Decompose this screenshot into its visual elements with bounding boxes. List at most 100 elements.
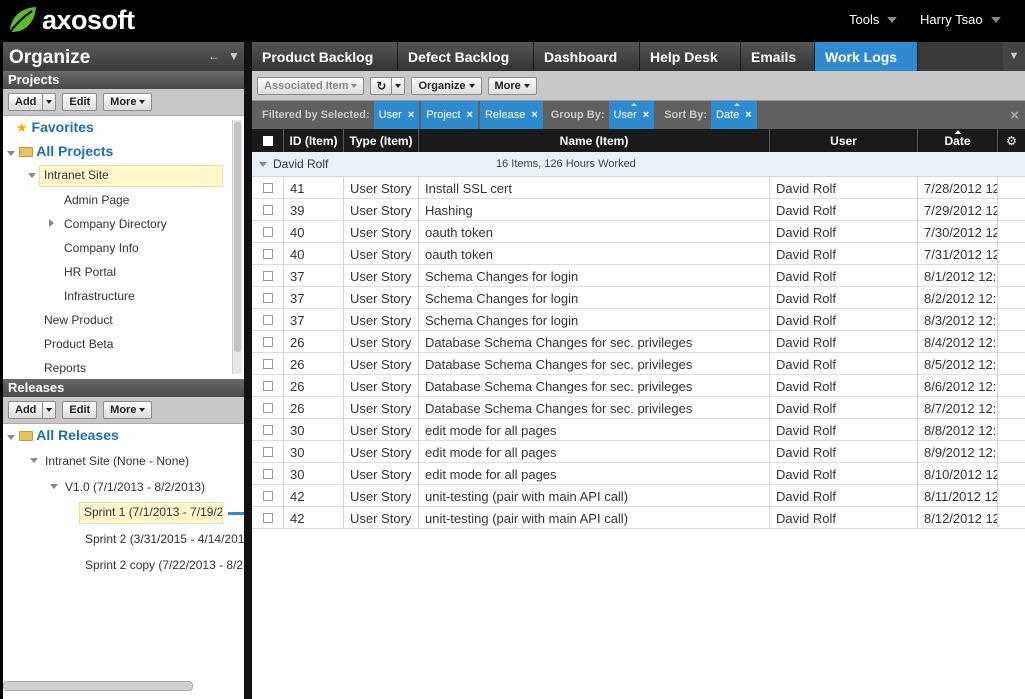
- tree-item-intranet-site[interactable]: Intranet Site: [39, 165, 223, 187]
- column-name[interactable]: Name (Item): [419, 129, 770, 152]
- column-date[interactable]: Date: [918, 129, 998, 152]
- row-checkbox[interactable]: [262, 293, 273, 303]
- releases-edit-button[interactable]: Edit: [62, 401, 98, 419]
- row-checkbox[interactable]: [262, 249, 273, 259]
- user-menu[interactable]: Harry Tsao: [920, 12, 1001, 27]
- tree-item-release-version[interactable]: V1.0 (7/1/2013 - 8/2/2013): [65, 480, 205, 494]
- row-checkbox[interactable]: [262, 315, 273, 325]
- tree-item-sprint-2-copy[interactable]: Sprint 2 copy (7/22/2013 - 8/2: [85, 558, 244, 572]
- table-row[interactable]: 41 User Story Install SSL cert David Rolf 7/…: [252, 177, 1025, 199]
- row-checkbox[interactable]: [262, 381, 273, 391]
- releases-add-dropdown[interactable]: [43, 401, 57, 419]
- filter-chip-user[interactable]: User ×: [373, 101, 420, 129]
- select-all-checkbox[interactable]: [262, 135, 273, 146]
- filter-icon[interactable]: ▼: [224, 45, 244, 67]
- row-checkbox[interactable]: [262, 271, 273, 281]
- tab-work-logs[interactable]: Work Logs: [815, 42, 918, 71]
- collapse-arrow-icon[interactable]: ←: [204, 45, 224, 67]
- refresh-dropdown[interactable]: [392, 76, 406, 95]
- group-chip-user[interactable]: User ×: [608, 101, 655, 129]
- row-checkbox[interactable]: [262, 227, 273, 237]
- expand-icon[interactable]: [50, 484, 58, 489]
- expand-icon[interactable]: [30, 458, 38, 463]
- projects-add-button[interactable]: Add: [8, 93, 44, 111]
- expand-icon[interactable]: [28, 173, 36, 178]
- more-button[interactable]: More: [487, 76, 537, 95]
- scroll-thumb[interactable]: [234, 122, 241, 352]
- column-settings-icon[interactable]: ⚙: [998, 129, 1025, 152]
- associated-item-button[interactable]: Associated Item: [257, 76, 365, 95]
- close-icon[interactable]: ×: [467, 109, 473, 121]
- close-icon[interactable]: ×: [745, 109, 751, 121]
- tree-item-admin-page[interactable]: Admin Page: [64, 193, 129, 207]
- table-row[interactable]: 40 User Story oauth token David Rolf 7/31/20…: [252, 243, 1025, 265]
- tree-item-sprint-1[interactable]: Sprint 1 (7/1/2013 - 7/19/2: [79, 502, 223, 524]
- row-checkbox[interactable]: [262, 359, 273, 369]
- tab-emails[interactable]: Emails: [741, 42, 815, 71]
- table-row[interactable]: 37 User Story Schema Changes for login Davi…: [252, 265, 1025, 287]
- refresh-button[interactable]: ↻: [370, 76, 393, 95]
- column-type[interactable]: Type (Item): [344, 129, 419, 152]
- tab-menu-icon[interactable]: ▼: [1003, 42, 1025, 71]
- tab-help-desk[interactable]: Help Desk: [640, 42, 741, 71]
- tree-item-new-product[interactable]: New Product: [44, 313, 113, 327]
- tree-item-reports[interactable]: Reports: [44, 361, 86, 375]
- row-checkbox[interactable]: [262, 425, 273, 435]
- projects-add-dropdown[interactable]: [43, 93, 57, 111]
- projects-more-button[interactable]: More: [103, 93, 153, 111]
- row-checkbox[interactable]: [262, 513, 273, 523]
- expand-icon[interactable]: [49, 219, 54, 227]
- tab-product-backlog[interactable]: Product Backlog: [252, 42, 398, 71]
- filter-chip-project[interactable]: Project ×: [421, 101, 478, 129]
- table-row[interactable]: 37 User Story Schema Changes for login Davi…: [252, 287, 1025, 309]
- axosoft-logo[interactable]: axosoft: [6, 4, 135, 36]
- row-checkbox[interactable]: [262, 205, 273, 215]
- table-row[interactable]: 30 User Story edit mode for all pages David…: [252, 463, 1025, 485]
- releases-horizontal-scrollbar[interactable]: [3, 681, 193, 691]
- table-row[interactable]: 40 User Story oauth token David Rolf 7/30/20…: [252, 221, 1025, 243]
- close-icon[interactable]: ×: [531, 109, 537, 121]
- row-checkbox[interactable]: [262, 491, 273, 501]
- column-user[interactable]: User: [770, 129, 918, 152]
- tree-item-hr-portal[interactable]: HR Portal: [64, 265, 116, 279]
- row-checkbox[interactable]: [262, 403, 273, 413]
- releases-add-button[interactable]: Add: [8, 401, 44, 419]
- sort-chip-date[interactable]: Date ×: [710, 101, 757, 129]
- organize-button[interactable]: Organize: [411, 76, 482, 95]
- row-checkbox[interactable]: [262, 469, 273, 479]
- tree-item-all-releases[interactable]: All Releases: [7, 427, 119, 443]
- group-row[interactable]: David Rolf 16 Items, 126 Hours Worked: [252, 152, 1025, 177]
- row-checkbox[interactable]: [262, 447, 273, 457]
- table-row[interactable]: 26 User Story Database Schema Changes for …: [252, 397, 1025, 419]
- table-row[interactable]: 42 User Story unit-testing (pair with main…: [252, 485, 1025, 507]
- close-icon[interactable]: ×: [643, 109, 649, 121]
- table-row[interactable]: 26 User Story Database Schema Changes for …: [252, 375, 1025, 397]
- table-row[interactable]: 30 User Story edit mode for all pages David…: [252, 419, 1025, 441]
- close-icon[interactable]: ×: [408, 109, 414, 121]
- tree-item-company-info[interactable]: Company Info: [64, 241, 139, 255]
- column-id[interactable]: ID (Item): [284, 129, 344, 152]
- panel-splitter[interactable]: [244, 42, 252, 699]
- tab-dashboard[interactable]: Dashboard: [534, 42, 640, 71]
- row-checkbox[interactable]: [262, 183, 273, 193]
- tree-item-all-projects[interactable]: All Projects: [7, 143, 113, 159]
- releases-more-button[interactable]: More: [103, 401, 153, 419]
- table-row[interactable]: 30 User Story edit mode for all pages David…: [252, 441, 1025, 463]
- tree-item-release-project[interactable]: Intranet Site (None - None): [45, 454, 189, 468]
- tree-item-company-directory[interactable]: Company Directory: [64, 217, 167, 231]
- table-row[interactable]: 42 User Story unit-testing (pair with main…: [252, 507, 1025, 529]
- collapse-group-icon[interactable]: [259, 161, 267, 167]
- tree-item-favorites[interactable]: ★ Favorites: [16, 119, 94, 136]
- tree-item-infrastructure[interactable]: Infrastructure: [64, 289, 135, 303]
- tree-item-product-beta[interactable]: Product Beta: [44, 337, 113, 351]
- tree-item-sprint-2[interactable]: Sprint 2 (3/31/2015 - 4/14/201: [85, 532, 244, 546]
- table-row[interactable]: 26 User Story Database Schema Changes for …: [252, 331, 1025, 353]
- table-row[interactable]: 39 User Story Hashing David Rolf 7/29/2012 1…: [252, 199, 1025, 221]
- table-row[interactable]: 37 User Story Schema Changes for login Davi…: [252, 309, 1025, 331]
- projects-edit-button[interactable]: Edit: [62, 93, 98, 111]
- row-checkbox[interactable]: [262, 337, 273, 347]
- projects-scrollbar[interactable]: [232, 120, 242, 374]
- filter-chip-release[interactable]: Release ×: [479, 101, 543, 129]
- clear-filters-icon[interactable]: ×: [1010, 107, 1019, 124]
- table-row[interactable]: 26 User Story Database Schema Changes for …: [252, 353, 1025, 375]
